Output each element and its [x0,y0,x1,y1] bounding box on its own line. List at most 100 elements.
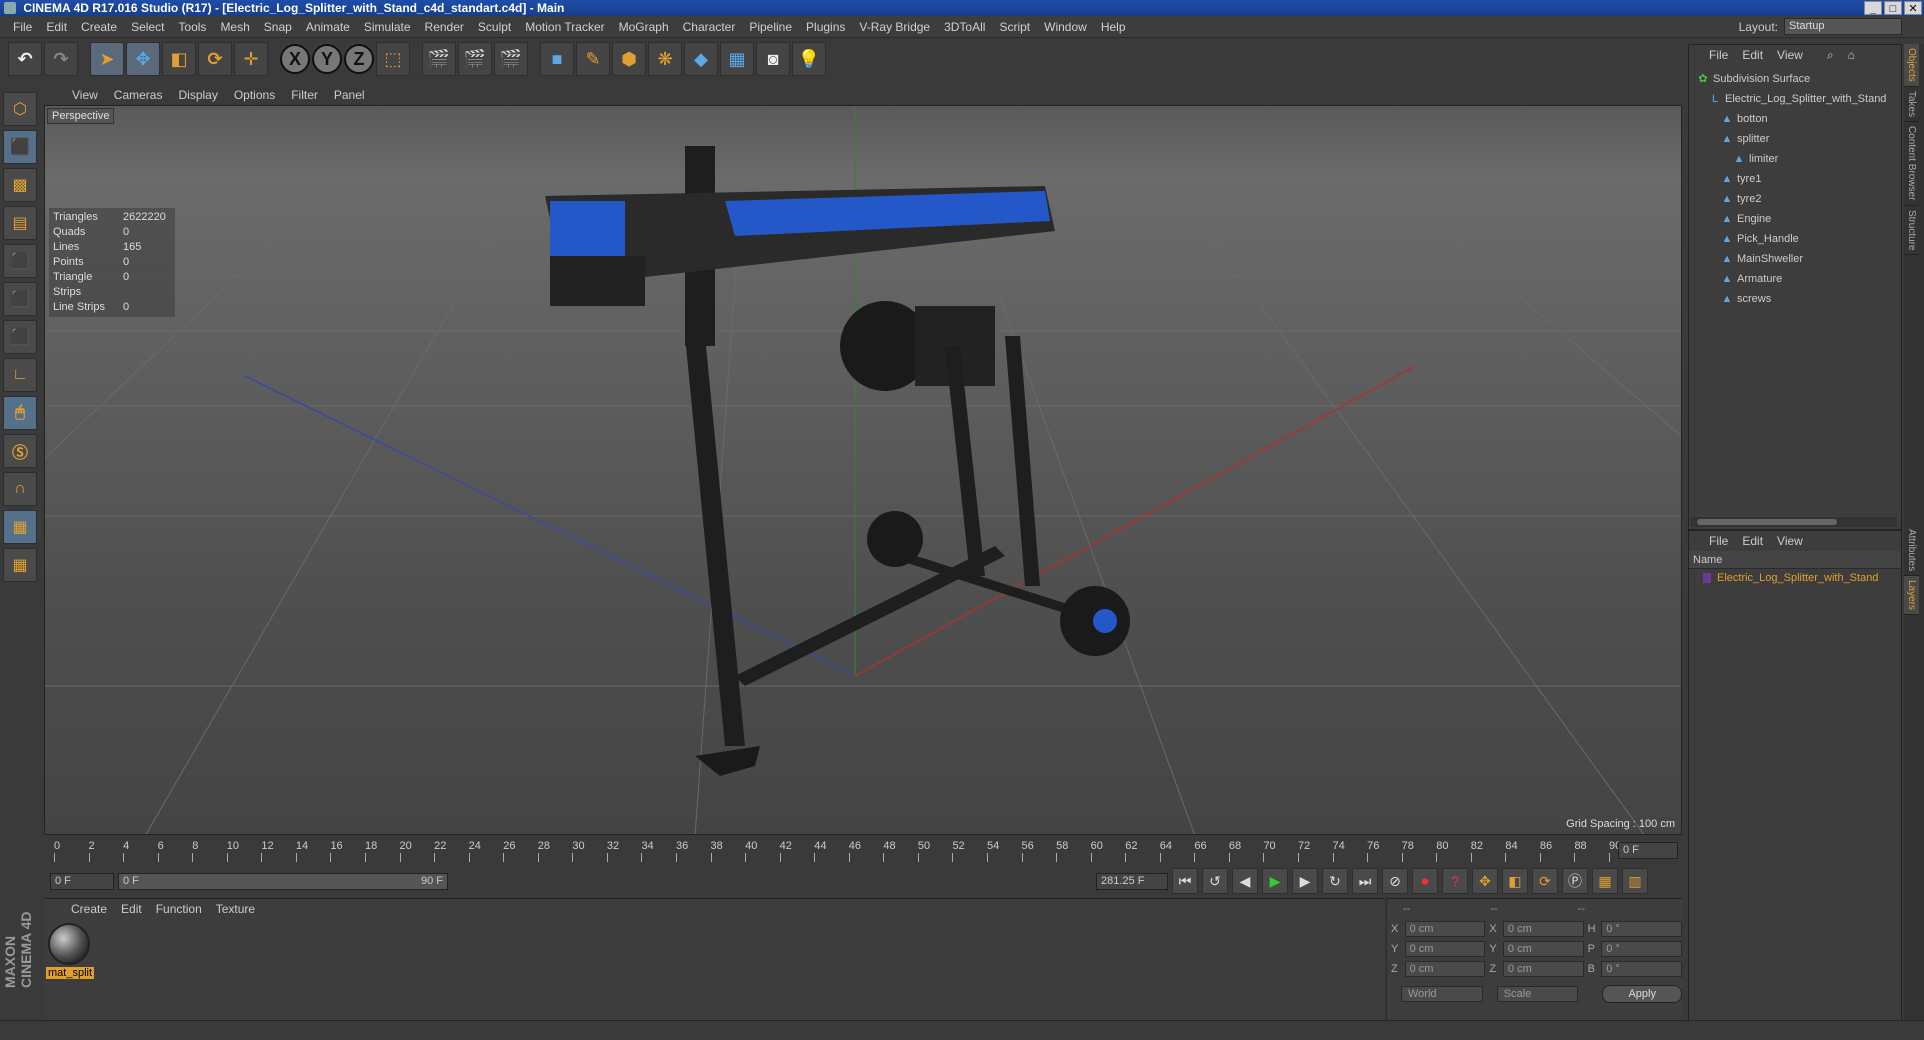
search-icon[interactable]: ⌕ [1827,48,1834,63]
object-tree-item[interactable]: ▲ Pick_Handle [1689,229,1901,249]
z-axis-button[interactable]: Z [344,44,374,74]
magnet-button[interactable]: ∩ [3,472,37,506]
goto-end-button[interactable]: ⏭ [1352,868,1378,894]
minimize-button[interactable]: _ [1864,1,1882,15]
y-axis-button[interactable]: Y [312,44,342,74]
size-z-field[interactable]: 0 cm [1502,961,1584,977]
menu-simulate[interactable]: Simulate [357,20,418,34]
menu-mesh[interactable]: Mesh [213,20,256,34]
scale-mode-dropdown[interactable]: Scale [1496,986,1579,1002]
object-tree-item[interactable]: ▲ botton [1689,109,1901,129]
tab-takes[interactable]: Takes [1904,87,1919,123]
layer-item[interactable]: Electric_Log_Splitter_with_Stand [1689,569,1901,587]
render-settings-button[interactable]: 🎬 [494,42,528,76]
render-picture-viewer-button[interactable]: 🎬 [458,42,492,76]
move-tool-button[interactable]: ✥ [126,42,160,76]
play-button[interactable]: ▶ [1262,868,1288,894]
position-x-field[interactable]: 0 cm [1404,921,1486,937]
rotation-b-field[interactable]: 0 ° [1601,961,1682,977]
redo-button[interactable]: ↷ [44,42,78,76]
end-frame-field[interactable]: 281.25 F [1096,872,1168,890]
key-parameter-button[interactable]: Ⓟ [1562,868,1588,894]
key-rotation-button[interactable]: ⟳ [1532,868,1558,894]
deformer-button[interactable]: ◆ [684,42,718,76]
menu-sculpt[interactable]: Sculpt [471,20,518,34]
apply-button[interactable]: Apply [1602,985,1682,1003]
goto-prev-key-button[interactable]: ↺ [1202,868,1228,894]
log-splitter-model[interactable] [545,146,1130,776]
mat-menu-edit[interactable]: Edit [114,902,149,916]
tab-layers[interactable]: Layers [1904,576,1919,616]
rotation-p-field[interactable]: 0 ° [1601,941,1682,957]
x-axis-button[interactable]: X [280,44,310,74]
menu-snap[interactable]: Snap [257,20,299,34]
menu-window[interactable]: Window [1037,20,1094,34]
menu-edit[interactable]: Edit [39,20,74,34]
rotate-tool-button[interactable]: ⟳ [198,42,232,76]
menu-tools[interactable]: Tools [171,20,213,34]
object-tree-item[interactable]: ▲ Engine [1689,209,1901,229]
scale-tool-button[interactable]: ◧ [162,42,196,76]
goto-next-key-button[interactable]: ↻ [1322,868,1348,894]
menu-select[interactable]: Select [124,20,171,34]
planar-workplane-button[interactable]: ▦ [3,548,37,582]
transform-tool-button[interactable]: ✛ [234,42,268,76]
mograph-cloner-button[interactable]: ❋ [648,42,682,76]
layer-menu-file[interactable]: File [1709,534,1728,548]
object-tree-item[interactable]: ▲ limiter [1689,149,1901,169]
tab-objects[interactable]: Objects [1904,44,1919,87]
material-name[interactable]: mat_split [46,967,95,979]
timeline-ruler[interactable]: 0 2 4 6 8 10 12 14 16 18 20 22 24 26 28 30 32 34 36 38 40 42 4… [44,840,1682,864]
timeline-button[interactable]: ▥ [1622,868,1648,894]
model-mode-button[interactable]: ⬛ [3,130,37,164]
menu-render[interactable]: Render [418,20,471,34]
vp-menu-cameras[interactable]: Cameras [106,88,171,102]
edges-mode-button[interactable]: ⬛ [3,282,37,316]
mat-menu-create[interactable]: Create [64,902,114,916]
menu-mograph[interactable]: MoGraph [612,20,676,34]
select-tool-button[interactable]: ➤ [90,42,124,76]
coordinate-space-dropdown[interactable]: World [1401,986,1483,1002]
position-z-field[interactable]: 0 cm [1404,961,1486,977]
layer-menu-view[interactable]: View [1777,534,1803,548]
preview-range-slider[interactable]: 0 F 90 F [118,872,448,890]
mat-menu-texture[interactable]: Texture [209,902,262,916]
vp-menu-panel[interactable]: Panel [326,88,373,102]
home-icon[interactable]: ⌂ [1848,48,1855,62]
object-tree-item[interactable]: ✿ Subdivision Surface [1689,69,1901,89]
object-tree-item[interactable]: L Electric_Log_Splitter_with_Stand [1689,89,1901,109]
nurbs-button[interactable]: ⬢ [612,42,646,76]
material-swatch[interactable] [48,923,90,965]
vp-menu-filter[interactable]: Filter [283,88,326,102]
next-frame-button[interactable]: ▶ [1292,868,1318,894]
perspective-viewport[interactable]: Perspective Triangles 2622220 Quads 0 Line… [44,105,1682,835]
tab-structure[interactable]: Structure [1904,206,1919,256]
start-frame-field[interactable]: 0 F [50,872,114,890]
object-tree-item[interactable]: ▲ tyre2 [1689,189,1901,209]
layer-menu-edit[interactable]: Edit [1742,534,1763,548]
obj-menu-file[interactable]: File [1709,48,1728,62]
menu-help[interactable]: Help [1094,20,1133,34]
menu-animate[interactable]: Animate [299,20,357,34]
vp-menu-view[interactable]: View [64,88,106,102]
menu-motion-tracker[interactable]: Motion Tracker [518,20,611,34]
floor-button[interactable]: ▦ [720,42,754,76]
axis-mode-button[interactable]: ∟ [3,358,37,392]
vp-menu-options[interactable]: Options [226,88,283,102]
key-position-button[interactable]: ✥ [1472,868,1498,894]
size-y-field[interactable]: 0 cm [1502,941,1584,957]
polygons-mode-button[interactable]: ⬛ [3,320,37,354]
tab-attributes[interactable]: Attributes [1904,525,1919,577]
lock-workplane-button[interactable]: ▦ [3,510,37,544]
menu-pipeline[interactable]: Pipeline [742,20,799,34]
goto-start-button[interactable]: ⏮ [1172,868,1198,894]
menu-script[interactable]: Script [992,20,1037,34]
rotation-h-field[interactable]: 0 ° [1601,921,1682,937]
light-button[interactable]: 💡 [792,42,826,76]
menu-create[interactable]: Create [74,20,124,34]
menu-character[interactable]: Character [676,20,743,34]
object-tree-item[interactable]: ▲ splitter [1689,129,1901,149]
record-button[interactable]: ⊘ [1382,868,1408,894]
object-tree-item[interactable]: ▲ MainShweller [1689,249,1901,269]
tweak-mode-button[interactable]: 🖱 [3,396,37,430]
